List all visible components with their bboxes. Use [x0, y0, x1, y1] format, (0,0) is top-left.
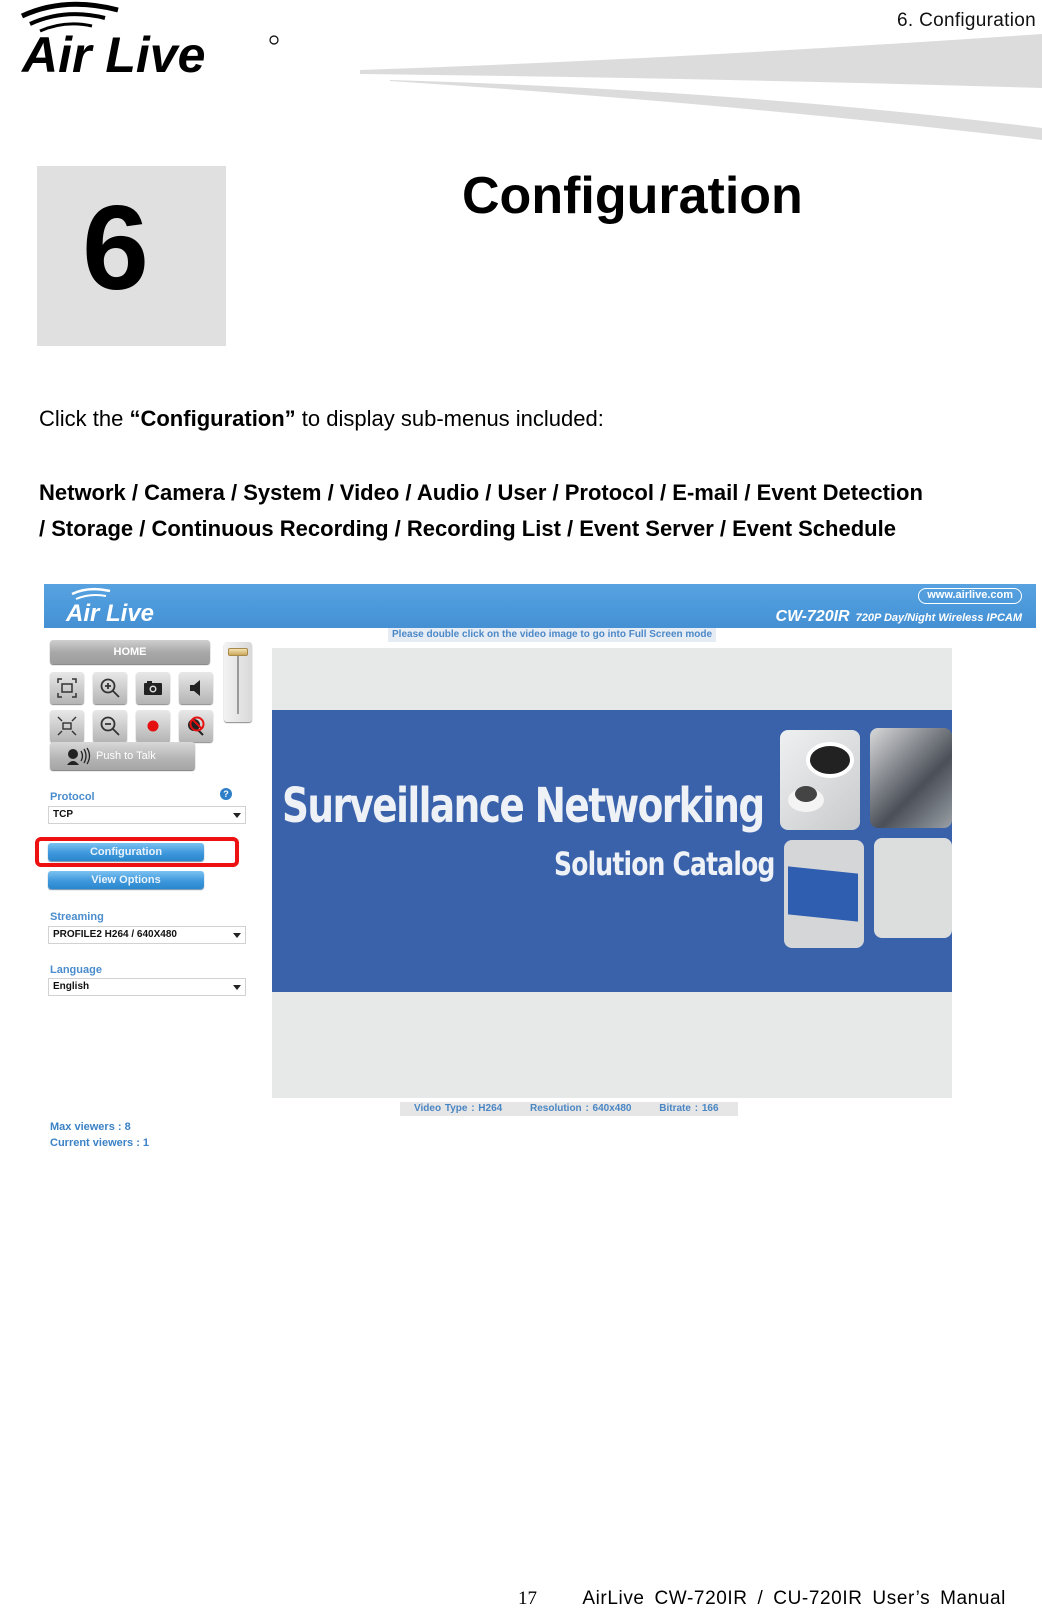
configuration-highlight-box [35, 837, 239, 867]
intro-prefix: Click the [39, 406, 130, 431]
video-scene-text: Surveillance Networking [282, 778, 765, 834]
current-viewers: Current viewers : 1 [50, 1137, 150, 1149]
video-resolution: Resolution : 640x480 [530, 1103, 632, 1114]
chevron-down-icon [233, 985, 241, 990]
language-label: Language [50, 964, 102, 976]
video-scene-camera-photo [780, 730, 860, 830]
intro-bold-term: “Configuration” [129, 406, 296, 431]
snapshot-camera-icon [144, 681, 162, 695]
intro-suffix: to display sub-menus included: [295, 406, 604, 431]
chevron-down-icon [233, 933, 241, 938]
fullscreen-icon [57, 678, 77, 698]
shrink-icon [57, 716, 77, 736]
chapter-number: 6 [82, 181, 149, 315]
volume-slider-track [237, 652, 239, 714]
model-description: 720P Day/Night Wireless IPCAM [855, 612, 1022, 624]
video-type: Video Type : H264 [414, 1103, 503, 1114]
video-scene-nvr-photo [870, 728, 952, 828]
submenu-list: Network / Camera / System / Video / Audi… [39, 475, 1042, 547]
page-number: 17 [518, 1588, 538, 1609]
protocol-select[interactable]: TCP [48, 806, 246, 824]
record-icon [147, 720, 159, 732]
home-button[interactable]: HOME [50, 640, 210, 664]
video-status-bar: Video Type : H264 Resolution : 640x480 B… [400, 1102, 738, 1116]
push-to-talk-icon [67, 747, 91, 765]
protocol-select-value: TCP [53, 809, 73, 820]
banner-brand-text: Air Live [65, 600, 154, 626]
streaming-select-value: PROFILE2 H264 / 640X480 [53, 929, 177, 940]
live-video-view[interactable]: Surveillance Networking Solution Catalog [272, 648, 952, 1098]
help-icon[interactable]: ? [220, 788, 232, 800]
chapter-number-box: 6 [37, 166, 226, 346]
speaker-button[interactable] [179, 672, 213, 704]
software-box-graphic [788, 866, 858, 922]
section-label: 6. Configuration [897, 10, 1036, 31]
record-button[interactable] [136, 710, 170, 742]
streaming-label: Streaming [50, 911, 104, 923]
intro-paragraph: Click the “Configuration” to display sub… [39, 406, 604, 432]
shrink-button[interactable] [50, 710, 84, 742]
camera-web-ui-screenshot: Air Live www.airlive.com CW-720IR 720P Da… [35, 584, 1036, 1184]
banner-airlive-logo: Air Live [65, 587, 154, 626]
camera-photo-graphic [788, 742, 854, 812]
video-scene-software-photo [784, 840, 864, 948]
snapshot-button[interactable] [136, 672, 170, 704]
zoom-out-icon [100, 716, 120, 736]
max-viewers: Max viewers : 8 [50, 1121, 131, 1133]
video-scene-device-photo [874, 838, 952, 938]
header-swoosh-decoration [360, 34, 1042, 140]
zoom-in-button[interactable] [93, 672, 127, 704]
mute-microphone-icon [188, 716, 205, 736]
manual-title: AirLive CW-720IR / CU-720IR User’s Manua… [582, 1588, 1006, 1609]
page-footer: 17 AirLive CW-720IR / CU-720IR User’s Ma… [518, 1588, 1006, 1610]
zoom-out-button[interactable] [93, 710, 127, 742]
fullscreen-hint: Please double click on the video image t… [388, 628, 717, 642]
push-to-talk-label: Push to Talk [96, 750, 156, 762]
model-title: CW-720IR 720P Day/Night Wireless IPCAM [776, 608, 1022, 626]
camera-banner: Air Live www.airlive.com CW-720IR 720P Da… [44, 584, 1036, 628]
chevron-down-icon [233, 813, 241, 818]
fullscreen-button[interactable] [50, 672, 84, 704]
push-to-talk-button[interactable]: Push to Talk [50, 742, 195, 770]
streaming-select[interactable]: PROFILE2 H264 / 640X480 [48, 926, 246, 944]
view-options-button[interactable]: View Options [48, 871, 204, 889]
airlive-logo: Air Live [20, 1, 279, 80]
volume-slider-handle[interactable] [228, 648, 248, 656]
language-select-value: English [53, 981, 90, 992]
microphone-mute-button[interactable] [179, 710, 213, 742]
airlive-logo-text: Air Live [20, 27, 205, 80]
protocol-label: Protocol [50, 791, 95, 803]
chapter-title: Configuration [462, 167, 803, 225]
submenu-list-line: Network / Camera / System / Video / Audi… [39, 480, 923, 505]
submenu-list-line: / Storage / Continuous Recording / Recor… [39, 516, 896, 541]
language-select[interactable]: English [48, 978, 246, 996]
website-link[interactable]: www.airlive.com [918, 588, 1022, 604]
video-scene-text: Solution Catalog [554, 845, 775, 883]
video-bitrate: Bitrate : 166 [659, 1103, 719, 1114]
volume-slider[interactable] [224, 642, 252, 722]
zoom-in-icon [100, 678, 120, 698]
model-name: CW-720IR [775, 608, 850, 625]
speaker-icon [190, 680, 200, 696]
